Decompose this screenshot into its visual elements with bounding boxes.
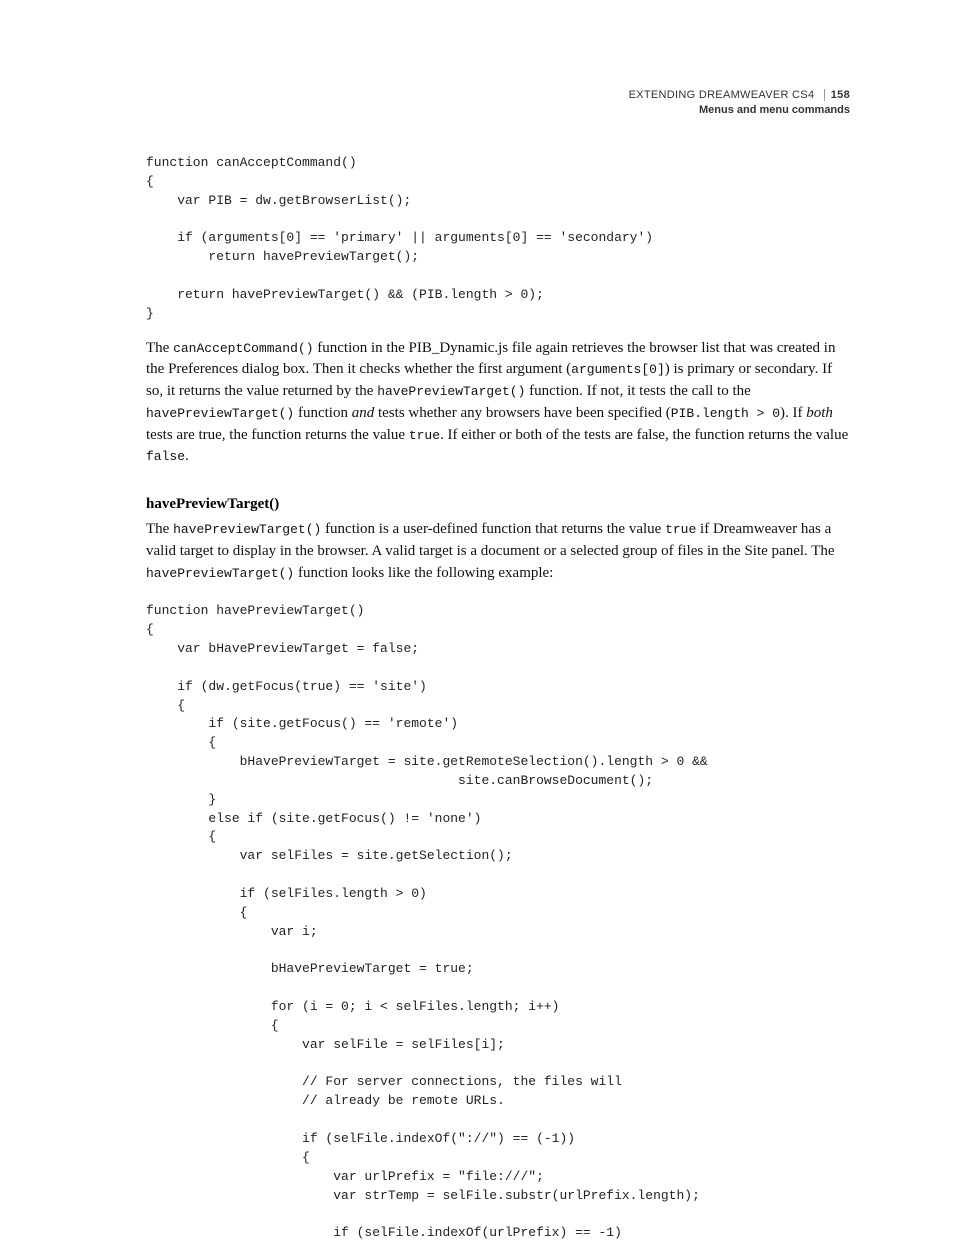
inline-code: PIB.length > 0 bbox=[671, 406, 780, 421]
inline-code: true bbox=[665, 522, 696, 537]
header-line-1: EXTENDING DREAMWEAVER CS4 158 bbox=[629, 88, 850, 103]
inline-code: true bbox=[409, 428, 440, 443]
running-header: EXTENDING DREAMWEAVER CS4 158 Menus and … bbox=[629, 88, 850, 118]
inline-code: canAcceptCommand() bbox=[173, 341, 313, 356]
page: EXTENDING DREAMWEAVER CS4 158 Menus and … bbox=[0, 0, 954, 1235]
header-section: Menus and menu commands bbox=[629, 103, 850, 118]
inline-code: havePreviewTarget() bbox=[146, 406, 294, 421]
inline-code: arguments[0] bbox=[571, 362, 665, 377]
subheading-have-preview-target: havePreviewTarget() bbox=[146, 496, 850, 513]
code-block-2: function havePreviewTarget() { var bHave… bbox=[146, 602, 850, 1243]
page-content: function canAcceptCommand() { var PIB = … bbox=[146, 88, 850, 1243]
inline-code: havePreviewTarget() bbox=[173, 522, 321, 537]
paragraph-2: The havePreviewTarget() function is a us… bbox=[146, 519, 850, 584]
paragraph-1: The canAcceptCommand() function in the P… bbox=[146, 338, 850, 469]
code-block-1: function canAcceptCommand() { var PIB = … bbox=[146, 154, 850, 324]
inline-code: false bbox=[146, 449, 185, 464]
inline-code: havePreviewTarget() bbox=[146, 566, 294, 581]
doc-title: EXTENDING DREAMWEAVER CS4 bbox=[629, 89, 815, 101]
inline-code: havePreviewTarget() bbox=[377, 384, 525, 399]
page-number: 158 bbox=[824, 89, 850, 101]
